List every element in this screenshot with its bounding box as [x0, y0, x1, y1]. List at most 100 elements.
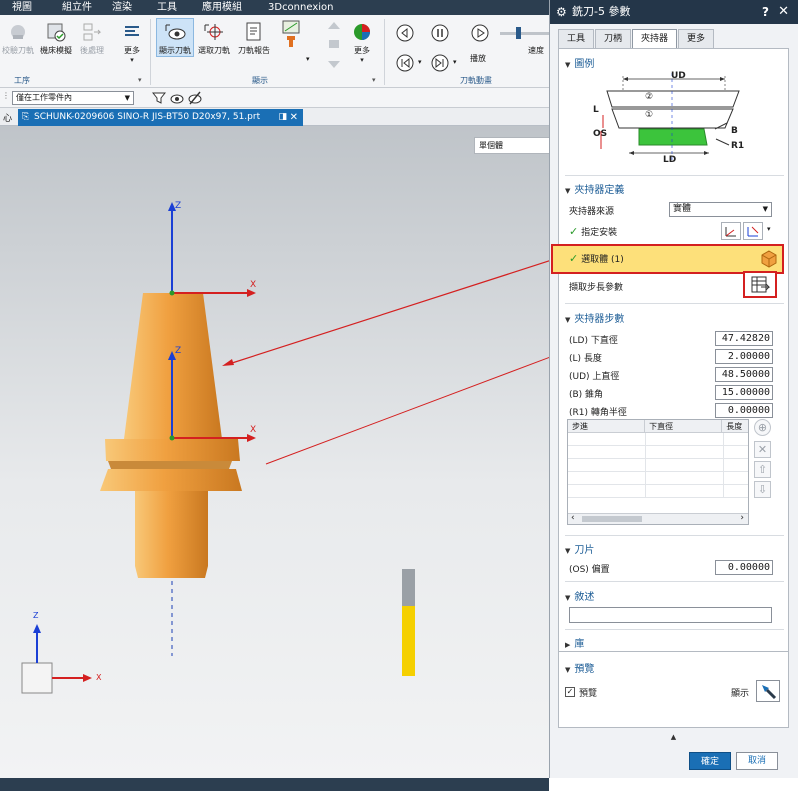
section-preview-header[interactable]: ▼ 預覽: [565, 660, 594, 675]
menu-render[interactable]: 渲染: [112, 0, 132, 15]
arrow-buttons[interactable]: [322, 19, 346, 71]
field-b-input[interactable]: 15.00000: [715, 385, 773, 400]
table-row[interactable]: [568, 485, 748, 498]
document-tab[interactable]: ⎘ SCHUNK-0209606 SINO-R JIS-BT50 D20x97,…: [18, 109, 303, 126]
holder-source-select[interactable]: 實體 ▼: [669, 202, 772, 217]
play-label: 播放: [470, 54, 486, 63]
col-length[interactable]: 長度: [722, 420, 748, 432]
description-input[interactable]: [569, 607, 772, 623]
close-icon[interactable]: ✕: [778, 0, 789, 24]
scroll-left-icon[interactable]: ‹: [571, 513, 575, 523]
solid-body-icon[interactable]: [760, 250, 778, 268]
filter-icon[interactable]: [152, 91, 166, 105]
select-toolpath-button[interactable]: 選取刀軌: [198, 19, 230, 56]
scrollbar-thumb[interactable]: [582, 516, 642, 522]
section-library-header[interactable]: ▶ 庫: [565, 635, 584, 650]
menu-assembly[interactable]: 組立件: [62, 0, 92, 15]
group-label-workpiece: 工序: [14, 76, 30, 85]
offset-input[interactable]: 0.00000: [715, 560, 773, 575]
fast-forward-icon[interactable]: [430, 53, 450, 73]
expand-triangle-icon: ▼: [565, 666, 571, 674]
section-holder-steps-header[interactable]: ▼ 夾持器步數: [565, 310, 624, 325]
show-toolpath-button[interactable]: 顯示刀軌: [156, 18, 194, 57]
play-icon[interactable]: [470, 23, 490, 43]
speed-slider-track[interactable]: [500, 32, 549, 35]
fast-forward-chevron-icon[interactable]: ▾: [453, 58, 457, 66]
field-ud-input[interactable]: 48.50000: [715, 367, 773, 382]
section-description-header[interactable]: ▼ 敘述: [565, 588, 594, 603]
preview-checkbox[interactable]: ✓: [565, 687, 575, 697]
model-canvas[interactable]: [0, 126, 549, 778]
table-row[interactable]: [568, 446, 748, 459]
group-expand-icon[interactable]: ▾: [372, 76, 376, 84]
select-body-row[interactable]: ✓ 選取體 (1): [551, 244, 784, 274]
gear-icon[interactable]: ⚙: [556, 0, 567, 24]
tab-close-icon[interactable]: ✕: [290, 109, 298, 126]
table-row[interactable]: [568, 459, 748, 472]
csys-button[interactable]: [721, 222, 741, 240]
section-holder-def-header[interactable]: ▼ 夾持器定義: [565, 181, 624, 196]
hide-eye-icon[interactable]: [188, 91, 202, 105]
show-preview-button[interactable]: [756, 680, 780, 702]
selection-toolbar: ⋮ 僅在工作零件內 ▼: [0, 88, 549, 108]
cancel-button[interactable]: 取消: [736, 752, 778, 770]
diagram-label-b: B: [731, 126, 738, 136]
csys-chevron-icon[interactable]: ▾: [767, 225, 771, 233]
speed-slider-thumb[interactable]: [516, 27, 521, 39]
field-ld-input[interactable]: 47.42820: [715, 331, 773, 346]
post-process-icon: [80, 19, 104, 45]
help-icon[interactable]: ?: [762, 0, 769, 24]
machine-sim-button[interactable]: 機床模擬: [40, 19, 72, 56]
section-diagram-header[interactable]: ▼ 圖例: [565, 55, 594, 70]
steps-table-header: 步進 下直徑 長度: [568, 420, 748, 433]
verify-toolpath-button[interactable]: 校驗刀軌: [2, 19, 34, 56]
tab-tool[interactable]: 工具: [558, 29, 595, 48]
rewind-icon[interactable]: [395, 53, 415, 73]
toolpath-report-button[interactable]: 刀軌報告: [238, 19, 270, 56]
graphics-viewport[interactable]: 單個體 Z X Z X Z X: [0, 126, 549, 778]
menu-tools[interactable]: 工具: [157, 0, 177, 15]
menu-application[interactable]: 應用模組: [202, 0, 242, 15]
view-triad[interactable]: [21, 624, 92, 694]
section-blade-header[interactable]: ▼ 刀片: [565, 541, 594, 556]
tool-display-chevron-icon[interactable]: ▾: [306, 55, 310, 63]
field-l-input[interactable]: 2.00000: [715, 349, 773, 364]
field-r1-input[interactable]: 0.00000: [715, 403, 773, 418]
more-button-2[interactable]: 更多 ▾: [350, 19, 374, 64]
table-row[interactable]: [568, 472, 748, 485]
move-up-button[interactable]: ⇧: [754, 461, 771, 478]
delete-step-button[interactable]: ✕: [754, 441, 771, 458]
dialog-titlebar[interactable]: ⚙ 銑刀-5 參數 ? ✕: [550, 0, 798, 24]
menu-3dconnexion[interactable]: 3Dconnexion: [268, 0, 333, 15]
more-button-1[interactable]: 更多 ▾: [120, 19, 144, 64]
tab-shank[interactable]: 刀柄: [595, 29, 632, 48]
post-process-button[interactable]: 後處理: [80, 19, 104, 56]
tab-pin-icon[interactable]: ◨: [278, 109, 287, 126]
status-strip: [0, 778, 549, 791]
show-eye-icon[interactable]: [170, 91, 184, 105]
add-step-button[interactable]: ⊕: [754, 419, 771, 436]
col-step[interactable]: 步進: [568, 420, 646, 432]
extract-params-button[interactable]: [743, 271, 777, 298]
pause-icon[interactable]: [430, 23, 450, 43]
csys-dialog-button[interactable]: [743, 222, 763, 240]
move-down-button[interactable]: ⇩: [754, 481, 771, 498]
ok-button[interactable]: 確定: [689, 752, 731, 770]
tool-grid-icon: [280, 20, 304, 47]
tab-more[interactable]: 更多: [678, 29, 715, 48]
tool-display-button[interactable]: [280, 20, 304, 47]
group-expand-icon[interactable]: ▾: [138, 76, 142, 84]
up-down-arrows-icon: [322, 19, 346, 71]
select-body-label-row: ✓ 選取體 (1): [569, 252, 624, 265]
dialog-collapse-toggle[interactable]: ▲: [558, 733, 789, 743]
scroll-right-icon[interactable]: ›: [740, 513, 744, 523]
step-back-icon[interactable]: [395, 23, 415, 43]
steps-table[interactable]: 步進 下直徑 長度 ‹ ›: [567, 419, 749, 525]
table-row[interactable]: [568, 433, 748, 446]
menu-view[interactable]: 視圖: [12, 0, 32, 15]
rewind-chevron-icon[interactable]: ▾: [418, 58, 422, 66]
col-lower-diameter[interactable]: 下直徑: [645, 420, 723, 432]
selection-scope-select[interactable]: 僅在工作零件內 ▼: [12, 91, 134, 105]
tab-holder[interactable]: 夾持器: [632, 29, 678, 48]
table-horizontal-scrollbar[interactable]: ‹ ›: [568, 513, 748, 524]
